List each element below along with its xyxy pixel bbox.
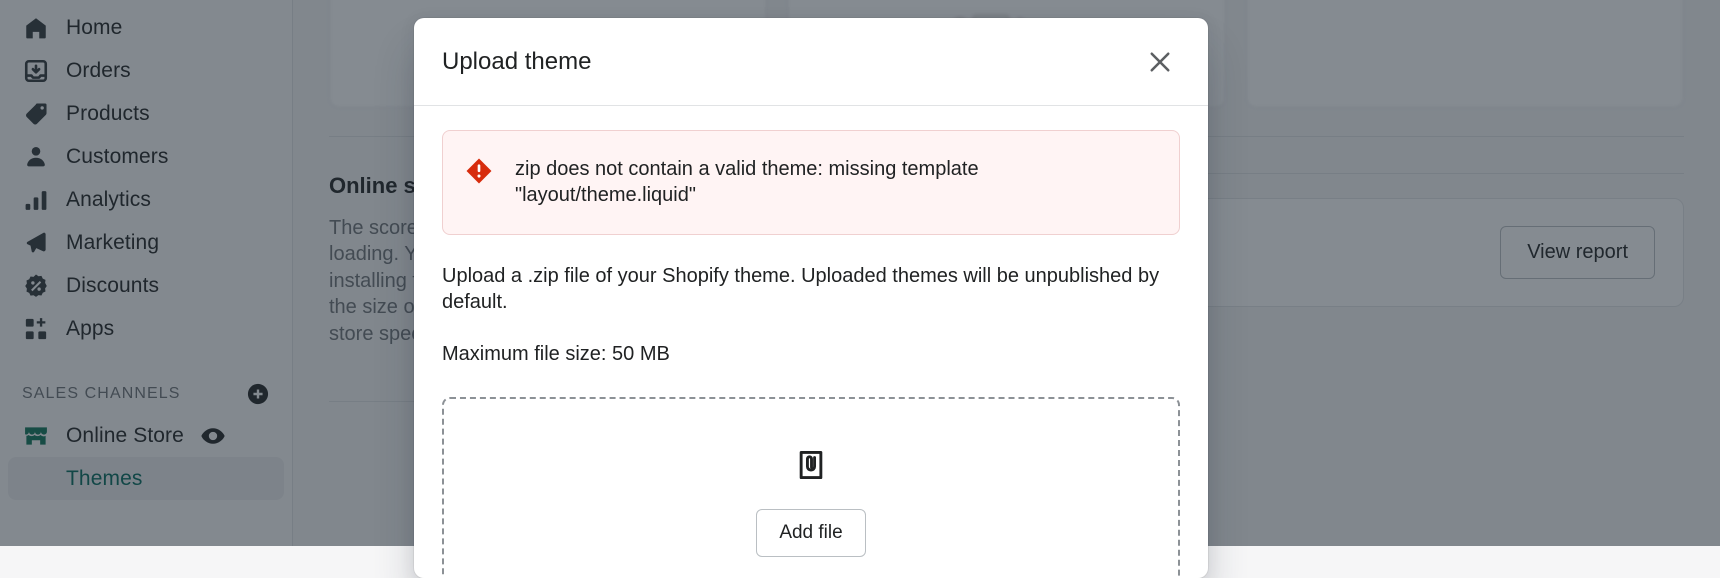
upload-theme-modal: Upload theme zip does not contain a vali… [414, 18, 1208, 578]
critical-diamond-icon [465, 157, 493, 190]
close-icon[interactable] [1138, 40, 1182, 84]
error-message: zip does not contain a valid theme: miss… [515, 155, 1157, 208]
modal-title: Upload theme [442, 48, 1138, 76]
modal-header: Upload theme [414, 18, 1208, 106]
note-attachment-icon [794, 448, 828, 487]
add-file-button[interactable]: Add file [756, 509, 865, 557]
file-dropzone[interactable]: Add file [442, 397, 1180, 578]
modal-max-size: Maximum file size: 50 MB [442, 341, 1180, 367]
modal-body: zip does not contain a valid theme: miss… [414, 106, 1208, 578]
modal-description: Upload a .zip file of your Shopify theme… [442, 263, 1180, 315]
error-banner: zip does not contain a valid theme: miss… [442, 130, 1180, 235]
